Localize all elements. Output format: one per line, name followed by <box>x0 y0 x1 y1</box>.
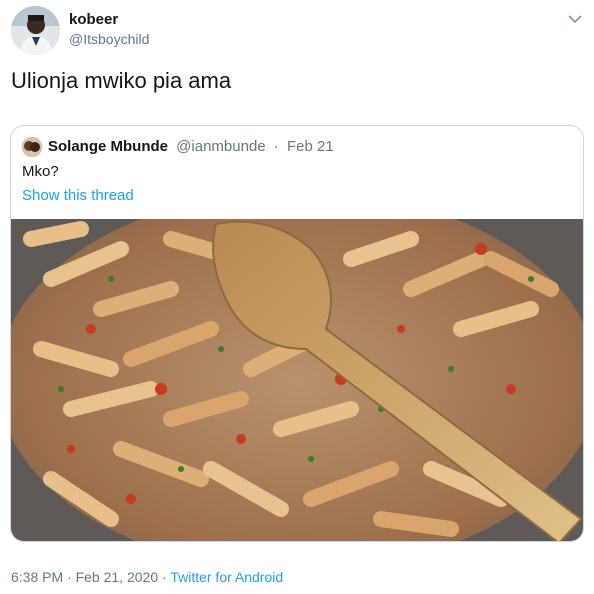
quoted-date: Feb 21 <box>286 138 334 155</box>
footer-separator: · <box>67 569 72 585</box>
avatar-icon <box>22 137 42 157</box>
quoted-handle: @ianmbunde <box>176 138 266 155</box>
chevron-down-icon[interactable] <box>568 11 582 24</box>
author-handle[interactable]: @Itsboychild <box>69 31 149 47</box>
food-photo-icon <box>11 191 583 541</box>
quoted-author-avatar <box>22 137 42 157</box>
author-display-name[interactable]: kobeer <box>69 11 118 28</box>
tweet-time[interactable]: 6:38 PM <box>11 569 63 585</box>
quoted-display-name: Solange Mbunde <box>48 138 168 155</box>
quoted-media-image[interactable] <box>11 191 583 541</box>
quoted-tweet-card[interactable]: Solange Mbunde @ianmbunde · Feb 21 Mko? … <box>10 125 584 542</box>
tweet-source-link[interactable]: Twitter for Android <box>170 569 283 585</box>
quoted-header: Solange Mbunde @ianmbunde · Feb 21 <box>48 138 334 155</box>
profile-photo-icon <box>11 6 60 55</box>
tweet-text: Ulionja mwiko pia ama <box>11 68 232 93</box>
show-thread-link[interactable]: Show this thread <box>22 187 134 204</box>
author-avatar[interactable] <box>11 6 60 55</box>
tweet-date[interactable]: Feb 21, 2020 <box>76 569 159 585</box>
quoted-separator: · <box>273 138 279 155</box>
tweet-footer: 6:38 PM · Feb 21, 2020 · Twitter for And… <box>11 569 283 585</box>
quoted-text: Mko? <box>22 163 59 180</box>
footer-separator: · <box>162 569 167 585</box>
